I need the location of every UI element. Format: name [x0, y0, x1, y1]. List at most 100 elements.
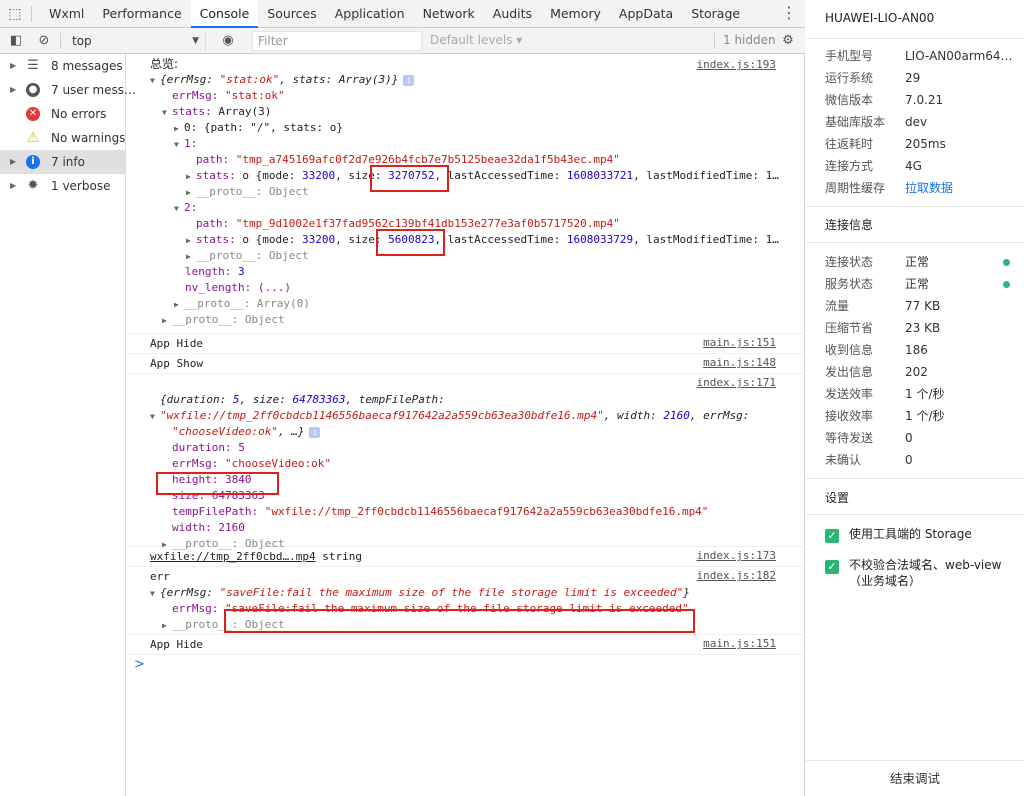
triangle-down-icon: ▼	[174, 204, 179, 213]
string-value: "stat:ok"	[219, 73, 280, 86]
info-icon: i	[403, 74, 415, 86]
number-value: 3270752	[388, 169, 435, 182]
object-summary[interactable]: "chooseVideo:ok", …} i	[150, 424, 805, 440]
property-row[interactable]: ▶ stats: o {mode: 33200, size: 3270752, l…	[150, 168, 805, 184]
storage-checkbox-label: 使用工具端的 Storage	[849, 527, 972, 541]
property-key: errMsg:	[172, 602, 225, 615]
sidebar-item-verbose[interactable]: ▶ ✹ 1 verbose	[0, 174, 125, 198]
file-link[interactable]: wxfile://tmp_2ff0cbd….mp4	[150, 550, 316, 563]
property-row[interactable]: ▶ __proto__: Object	[150, 617, 805, 633]
info-label: 往返耗时	[825, 137, 874, 151]
storage-checkbox[interactable]: ✓	[825, 529, 839, 543]
sidebar-item-label: 7 user mess…	[51, 83, 137, 97]
triangle-down-icon: ▼	[162, 108, 167, 117]
property-row[interactable]: ▶ stats: o {mode: 33200, size: 5600823, l…	[150, 232, 805, 248]
toolbar-divider	[714, 33, 715, 49]
filter-input[interactable]	[252, 31, 422, 51]
conn-label: 接收效率	[825, 409, 874, 423]
triangle-right-icon: ▶	[186, 188, 191, 197]
property-row[interactable]: ▶ __proto__: Object	[150, 184, 805, 200]
property-value: "saveFile:fail the maximum size of the f…	[224, 602, 689, 615]
conn-value: 23 KB	[905, 321, 941, 335]
triangle-right-icon: ▶	[174, 124, 179, 133]
tab-storage[interactable]: Storage	[682, 0, 749, 28]
console-prompt[interactable]: >	[126, 655, 805, 677]
property-row[interactable]: ▶ __proto__: Array(0)	[150, 296, 805, 312]
property-row[interactable]: ▼ 2:	[150, 200, 805, 216]
text: o {mode:	[242, 233, 302, 246]
object-summary[interactable]: ▼ {errMsg: "saveFile:fail the maximum siz…	[150, 585, 805, 601]
info-label: 运行系统	[825, 71, 874, 85]
sidebar-item-warnings[interactable]: ⚠ No warnings	[0, 126, 126, 150]
tab-console[interactable]: Console	[190, 0, 259, 28]
conn-row: 接收效率 1 个/秒	[825, 405, 1010, 427]
eye-icon[interactable]: ◉	[219, 32, 237, 50]
tab-network[interactable]: Network	[414, 0, 484, 28]
sidebar-item-label: No errors	[51, 107, 107, 121]
info-value: 205ms	[905, 137, 946, 151]
info-row: 往返耗时 205ms	[825, 133, 1010, 155]
pull-data-link[interactable]: 拉取数据	[905, 177, 953, 199]
conn-value: 1 个/秒	[905, 409, 945, 423]
clear-console-icon[interactable]: ⊘	[35, 32, 53, 50]
text: , tempFilePath:	[345, 393, 445, 406]
property-row[interactable]: ▶ 0: {path: "/", stats: o}	[150, 120, 805, 136]
more-options-icon[interactable]: ⋮	[781, 3, 797, 23]
domain-check-checkbox[interactable]: ✓	[825, 560, 839, 574]
inspect-element-icon[interactable]: ⬚	[6, 5, 24, 23]
sidebar-item-info[interactable]: ▶ i 7 info	[0, 150, 125, 174]
console-message: index.js:182 err ▼ {errMsg: "saveFile:fai…	[126, 567, 805, 635]
number-value: 5600823	[388, 233, 435, 246]
property-row[interactable]: ▶ __proto__: Object	[150, 312, 805, 328]
sidebar-item-user-messages[interactable]: ▶ ● 7 user mess…	[0, 78, 136, 102]
sidebar-item-messages[interactable]: ▶ ☰ 8 messages	[0, 54, 125, 78]
tab-performance[interactable]: Performance	[93, 0, 190, 28]
end-debug-button[interactable]: 结束调试	[806, 760, 1024, 796]
number-value: 33200	[301, 233, 336, 246]
property-row[interactable]: ▼ stats: Array(3)	[150, 104, 805, 120]
property-row[interactable]: nv_length: (...)	[150, 280, 805, 296]
tab-sources[interactable]: Sources	[258, 0, 325, 28]
user-icon: ●	[26, 83, 40, 97]
tab-wxml[interactable]: Wxml	[40, 0, 93, 28]
tab-appdata[interactable]: AppData	[610, 0, 682, 28]
object-summary[interactable]: ▼ "wxfile://tmp_2ff0cbdcb1146556baecaf917…	[150, 408, 805, 424]
log-levels-dropdown[interactable]: Default levels ▾	[430, 33, 522, 47]
triangle-down-icon: ▼	[174, 140, 179, 149]
info-row: 手机型号 LIO-AN00arm64…	[825, 45, 1013, 67]
tab-memory[interactable]: Memory	[541, 0, 610, 28]
number-value: 2160	[663, 409, 690, 422]
tab-audits[interactable]: Audits	[484, 0, 541, 28]
string-value: "chooseVideo:ok"	[172, 425, 278, 438]
property-row: errMsg: "chooseVideo:ok"	[150, 456, 805, 472]
gear-icon[interactable]: ⚙	[779, 32, 797, 50]
toggle-sidebar-icon[interactable]: ◧	[7, 32, 25, 50]
conn-value: 0	[905, 453, 913, 467]
conn-label: 连接状态	[825, 255, 874, 269]
info-icon: i	[26, 155, 40, 169]
chevron-right-icon: ▶	[10, 181, 17, 190]
property-value: __proto__: Object	[172, 618, 285, 631]
devtools-tabbar: ⬚ Wxml Performance Console Sources Appli…	[0, 0, 805, 28]
property-key: stats:	[172, 105, 219, 118]
tab-application[interactable]: Application	[326, 0, 414, 28]
text: {duration:	[160, 393, 233, 406]
property-row[interactable]: ▼ 1:	[150, 136, 805, 152]
context-select[interactable]: top ▼	[66, 31, 206, 51]
property-value: 0: {path: "/", stats: o}	[184, 121, 343, 134]
text: , lastModifiedTime: 1…	[633, 233, 779, 246]
property-value: __proto__: Object	[196, 249, 309, 262]
property-row: height: 3840	[172, 473, 252, 486]
property-key: stats:	[196, 233, 243, 246]
info-row: 运行系统 29	[825, 67, 1010, 89]
sidebar-item-errors[interactable]: ✕ No errors	[0, 102, 125, 126]
object-summary[interactable]: ▼ {errMsg: "stat:ok", stats: Array(3)} i	[150, 72, 805, 88]
info-value: LIO-AN00arm64…	[905, 49, 1013, 63]
text: {errMsg:	[160, 73, 220, 86]
sidebar-item-label: 7 info	[51, 155, 85, 169]
property-row[interactable]: ▶ __proto__: Object	[150, 248, 805, 264]
object-summary[interactable]: {duration: 5, size: 64783363, tempFilePa…	[150, 392, 805, 408]
property-row: path: "tmp_9d1002e1f37fad9562c139bf41db1…	[150, 216, 805, 232]
property-value: "stat:ok"	[224, 89, 285, 102]
property-key: 2:	[184, 201, 198, 214]
